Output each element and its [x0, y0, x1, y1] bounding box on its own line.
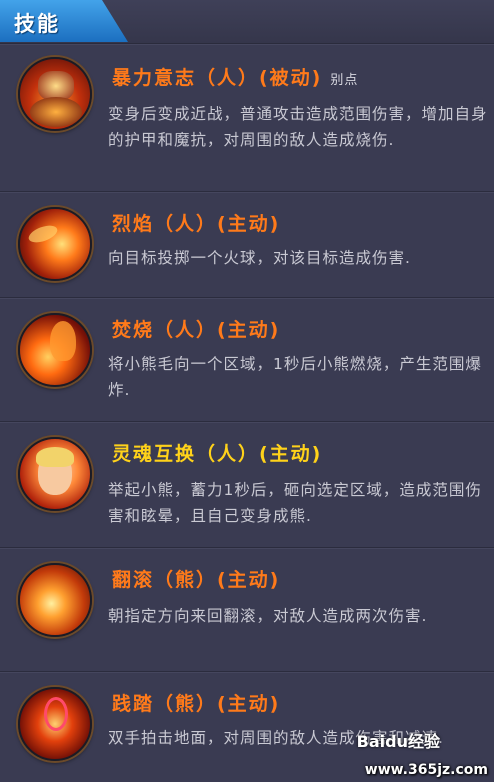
skill-name: 灵魂互换（人）(主动) [112, 443, 323, 465]
skill-description: 变身后变成近战，普通攻击造成范围伤害，增加自身的护甲和魔抗，对周围的敌人造成烧伤… [108, 105, 488, 149]
baidu-watermark: Baidu经验 [356, 732, 440, 751]
stomp-icon [18, 687, 92, 761]
skill-name: 烈焰（人）(主动) [112, 213, 281, 235]
skill-description: 举起小熊，蓄力1秒后，砸向选定区域，造成范围伤害和眩晕，且自己变身成熊. [108, 481, 482, 525]
skill-description: 朝指定方向来回翻滚，对敌人造成两次伤害. [108, 607, 428, 625]
skill-list: 暴力意志（人）(被动) 别点 变身后变成近战，普通攻击造成范围伤害，增加自身的护甲… [0, 44, 494, 782]
panel-header: 技能 [0, 0, 494, 44]
skill-item[interactable]: 暴力意志（人）(被动) 别点 变身后变成近战，普通攻击造成范围伤害，增加自身的护甲… [0, 44, 494, 192]
demon-bear-icon [18, 57, 92, 131]
skill-description: 将小熊毛向一个区域，1秒后小熊燃烧，产生范围爆炸. [108, 355, 482, 399]
skill-item[interactable]: 灵魂互换（人）(主动) 举起小熊，蓄力1秒后，砸向选定区域，造成范围伤害和眩晕，… [0, 422, 494, 548]
skill-name: 暴力意志（人）(被动) 别点 [112, 67, 359, 89]
skill-item[interactable]: 烈焰（人）(主动) 向目标投掷一个火球，对该目标造成伤害. [0, 192, 494, 298]
tab-skills[interactable]: 技能 [0, 0, 128, 42]
soul-swap-icon [18, 437, 92, 511]
fireball-icon [18, 207, 92, 281]
skill-description: 向目标投掷一个火球，对该目标造成伤害. [108, 249, 411, 267]
fire-roll-icon [18, 563, 92, 637]
skill-item[interactable]: 翻滚（熊）(主动) 朝指定方向来回翻滚，对敌人造成两次伤害. [0, 548, 494, 672]
flame-swirl-icon [18, 313, 92, 387]
skill-name: 焚烧（人）(主动) [112, 319, 281, 341]
skill-name: 践踏（熊）(主动) [112, 693, 281, 715]
skill-tag: 别点 [330, 73, 359, 88]
skill-name: 翻滚（熊）(主动) [112, 569, 281, 591]
skill-item[interactable]: 焚烧（人）(主动) 将小熊毛向一个区域，1秒后小熊燃烧，产生范围爆炸. [0, 298, 494, 422]
site-watermark: www.365jz.com [364, 762, 488, 778]
